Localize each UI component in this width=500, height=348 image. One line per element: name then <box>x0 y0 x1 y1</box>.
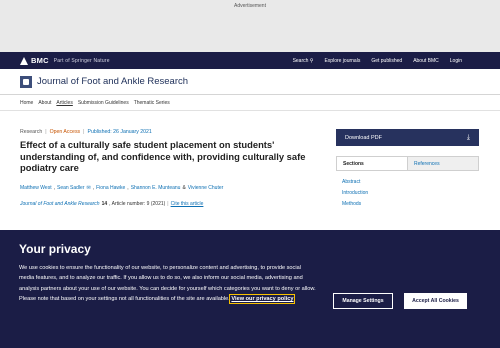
bmc-logo[interactable]: BMC Part of Springer Nature <box>20 56 110 65</box>
journal-subnav: Home About Articles Submission Guideline… <box>20 100 170 106</box>
author-list: Matthew West, Sean Sadler ✉, Fiona Hawke,… <box>20 185 224 191</box>
login-link[interactable]: Login <box>450 58 462 64</box>
author-link[interactable]: Vivienne Chuter <box>188 185 224 191</box>
section-link-introduction[interactable]: Introduction <box>342 188 368 199</box>
advertisement-label: Advertisement <box>234 3 266 9</box>
journal-title[interactable]: Journal of Foot and Ankle Research <box>37 76 188 87</box>
top-navigation-bar: BMC Part of Springer Nature Search ⚲ Exp… <box>0 52 500 69</box>
email-icon[interactable]: ✉ <box>87 185 91 191</box>
about-bmc-link[interactable]: About BMC <box>413 58 439 64</box>
tab-references[interactable]: References <box>408 157 478 170</box>
sidebar-tabs: Sections References <box>336 156 479 171</box>
subnav-divider <box>0 110 500 111</box>
subnav-thematic-series[interactable]: Thematic Series <box>134 100 170 106</box>
subnav-home[interactable]: Home <box>20 100 33 106</box>
article-title: Effect of a culturally safe student plac… <box>20 139 306 173</box>
author-link[interactable]: Matthew West <box>20 185 52 191</box>
download-pdf-button[interactable]: Download PDF ⤓ <box>336 129 479 146</box>
section-link-methods[interactable]: Methods <box>342 199 368 210</box>
journal-header: Journal of Foot and Ankle Research <box>0 69 500 95</box>
open-access-badge: Open Access <box>49 129 81 135</box>
author-link[interactable]: Fiona Hawke <box>96 185 125 191</box>
journal-volume: 14 <box>101 201 108 207</box>
download-icon: ⤓ <box>466 133 470 141</box>
journal-name-link[interactable]: Journal of Foot and Ankle Research <box>20 201 100 207</box>
meta-separator: | <box>167 201 169 207</box>
subnav-submission-guidelines[interactable]: Submission Guidelines <box>78 100 129 106</box>
published-date: Published: 26 January 2021 <box>87 129 152 135</box>
tab-sections[interactable]: Sections <box>337 157 408 170</box>
article-number: , Article number: 9 (2021) <box>109 201 166 207</box>
explore-journals-link[interactable]: Explore journals <box>324 58 360 64</box>
cite-this-article-link[interactable]: Cite this article <box>171 201 204 207</box>
bmc-logo-icon <box>20 56 28 65</box>
article-type: Research <box>20 129 43 135</box>
accept-all-cookies-button[interactable]: Accept All Cookies <box>404 293 467 309</box>
meta-separator: | <box>45 129 47 135</box>
bmc-logo-text: BMC <box>31 56 49 65</box>
journal-logo-icon[interactable] <box>20 75 32 88</box>
meta-separator: | <box>83 129 85 135</box>
section-list: Abstract Introduction Methods <box>342 177 368 210</box>
advertisement-area: Advertisement <box>0 0 500 52</box>
subnav-articles[interactable]: Articles <box>56 100 72 106</box>
top-nav-links: Search ⚲ Explore journals Get published … <box>293 58 462 64</box>
section-link-abstract[interactable]: Abstract <box>342 177 368 188</box>
article-meta: Research | Open Access | Published: 26 J… <box>20 129 152 135</box>
cookie-banner: Your privacy We use cookies to ensure th… <box>0 230 500 348</box>
search-link[interactable]: Search ⚲ <box>293 58 314 64</box>
cookie-banner-text: We use cookies to ensure the functionali… <box>19 265 316 305</box>
search-icon: ⚲ <box>309 57 314 64</box>
download-pdf-label: Download PDF <box>345 134 382 141</box>
author-link[interactable]: Sean Sadler <box>57 185 85 191</box>
manage-settings-button[interactable]: Manage Settings <box>333 293 393 309</box>
cookie-banner-title: Your privacy <box>19 242 91 256</box>
privacy-policy-link[interactable]: View our privacy policy <box>229 294 296 305</box>
subnav-about[interactable]: About <box>38 100 51 106</box>
citation-line: Journal of Foot and Ankle Research 14, A… <box>20 201 203 207</box>
author-link[interactable]: Shannon E. Munteanu <box>131 185 181 191</box>
get-published-link[interactable]: Get published <box>371 58 402 64</box>
bmc-logo-subtitle: Part of Springer Nature <box>53 57 110 64</box>
